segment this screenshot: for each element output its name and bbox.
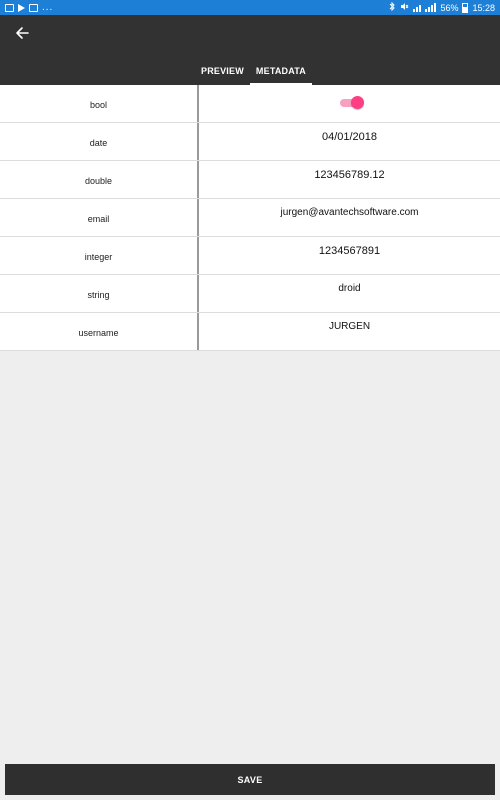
- table-row: date 04/01/2018: [0, 123, 500, 161]
- mute-icon: [400, 2, 409, 13]
- metadata-key: bool: [0, 85, 199, 122]
- metadata-value[interactable]: droid: [199, 275, 500, 312]
- signal-icon: [425, 3, 437, 12]
- bluetooth-icon: [389, 1, 396, 13]
- status-bar: ... 56% 15:28: [0, 0, 500, 15]
- metadata-table: bool date 04/01/2018 double 123456789.12…: [0, 85, 500, 351]
- wifi-icon: [413, 3, 422, 12]
- app-bar: PREVIEW METADATA: [0, 15, 500, 85]
- back-button[interactable]: [10, 23, 34, 47]
- metadata-value: [199, 85, 500, 122]
- metadata-key: string: [0, 275, 199, 312]
- status-right-icons: 56% 15:28: [389, 1, 495, 13]
- table-row: username JURGEN: [0, 313, 500, 351]
- table-row: bool: [0, 85, 500, 123]
- bool-toggle[interactable]: [338, 96, 364, 109]
- play-store-icon: [18, 3, 25, 12]
- table-row: double 123456789.12: [0, 161, 500, 199]
- metadata-value[interactable]: jurgen@avantechsoftware.com: [199, 199, 500, 236]
- metadata-key: email: [0, 199, 199, 236]
- table-row: integer 1234567891: [0, 237, 500, 275]
- metadata-value[interactable]: JURGEN: [199, 313, 500, 350]
- metadata-value[interactable]: 123456789.12: [199, 161, 500, 198]
- metadata-value[interactable]: 04/01/2018: [199, 123, 500, 160]
- status-left-icons: ...: [5, 1, 54, 13]
- metadata-key: double: [0, 161, 199, 198]
- table-row: string droid: [0, 275, 500, 313]
- metadata-key: username: [0, 313, 199, 350]
- save-button[interactable]: SAVE: [5, 764, 495, 795]
- battery-icon: [462, 2, 469, 13]
- status-time: 15:28: [472, 2, 495, 13]
- toggle-thumb: [350, 96, 364, 109]
- tab-preview[interactable]: PREVIEW: [195, 59, 250, 85]
- tab-bar: PREVIEW METADATA: [195, 59, 313, 85]
- arrow-left-icon: [15, 26, 29, 45]
- metadata-value[interactable]: 1234567891: [199, 237, 500, 274]
- image-icon: [5, 3, 14, 12]
- gallery-icon: [29, 3, 38, 12]
- tab-metadata[interactable]: METADATA: [249, 59, 313, 85]
- metadata-key: integer: [0, 237, 199, 274]
- table-row: email jurgen@avantechsoftware.com: [0, 199, 500, 237]
- battery-percent: 56%: [440, 2, 459, 13]
- more-notifications: ...: [42, 1, 54, 13]
- metadata-key: date: [0, 123, 199, 160]
